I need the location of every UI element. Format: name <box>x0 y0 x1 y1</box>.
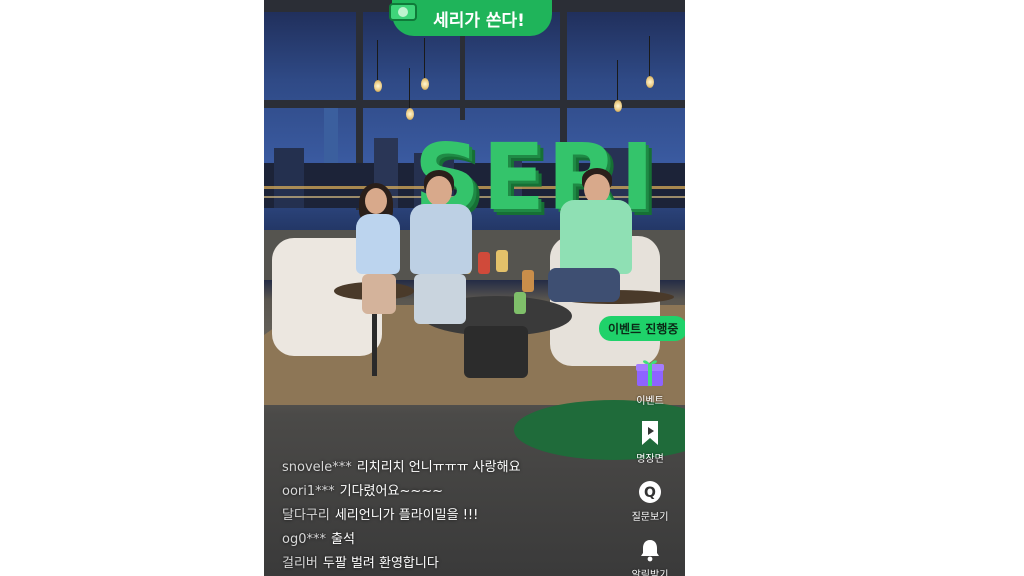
event-button[interactable]: 이벤트 <box>620 356 680 407</box>
product-jar <box>478 252 490 274</box>
live-chat: snovele*** 리치리치 언니ㅠㅠㅠ 사랑해요 oori1*** 기다렸어요~… <box>282 456 662 576</box>
gift-icon <box>636 360 664 386</box>
hanging-light <box>614 60 622 112</box>
chat-message: oori1*** 기다렸어요~~~~ <box>282 480 662 504</box>
bookmark-icon <box>642 421 658 445</box>
product-jar <box>496 250 508 272</box>
hanging-light <box>646 36 654 88</box>
live-stream-video[interactable]: SERI 세리가 쏜다! 이벤트 진행중 이벤트 명장면 Q 질문보기 알림받기… <box>264 0 685 576</box>
chat-text: 출석 <box>330 532 355 547</box>
chat-nickname: snovele*** <box>282 460 352 475</box>
chat-text: 리치리치 언니ㅠㅠㅠ 사랑해요 <box>356 460 521 475</box>
chat-message: 달다구리 세리언니가 플라이밀을 !!! <box>282 504 662 528</box>
money-icon <box>389 3 417 21</box>
product-jar <box>514 292 526 314</box>
product-jar <box>522 270 534 292</box>
hanging-light <box>406 68 414 120</box>
chat-message: snovele*** 리치리치 언니ㅠㅠㅠ 사랑해요 <box>282 456 662 480</box>
chat-text: 세리언니가 플라이밀을 !!! <box>334 508 479 523</box>
chat-message: 걸리버 두팔 벌려 환영합니다 <box>282 552 662 576</box>
chat-nickname: og0*** <box>282 532 326 547</box>
coffee-table-base <box>464 326 528 378</box>
event-status-pill[interactable]: 이벤트 진행중 <box>599 316 685 341</box>
chat-text: 두팔 벌려 환영합니다 <box>322 556 439 571</box>
hanging-light <box>421 38 429 90</box>
promo-banner-text: 세리가 쏜다! <box>433 10 525 31</box>
chat-message: og0*** 출석 <box>282 528 662 552</box>
chat-nickname: oori1*** <box>282 484 335 499</box>
promo-banner[interactable]: 세리가 쏜다! <box>389 0 552 36</box>
chat-nickname: 달다구리 <box>282 508 330 523</box>
chat-nickname: 걸리버 <box>282 556 318 571</box>
hanging-light <box>374 40 382 92</box>
chat-text: 기다렸어요~~~~ <box>339 484 444 499</box>
event-button-label: 이벤트 <box>636 396 664 407</box>
